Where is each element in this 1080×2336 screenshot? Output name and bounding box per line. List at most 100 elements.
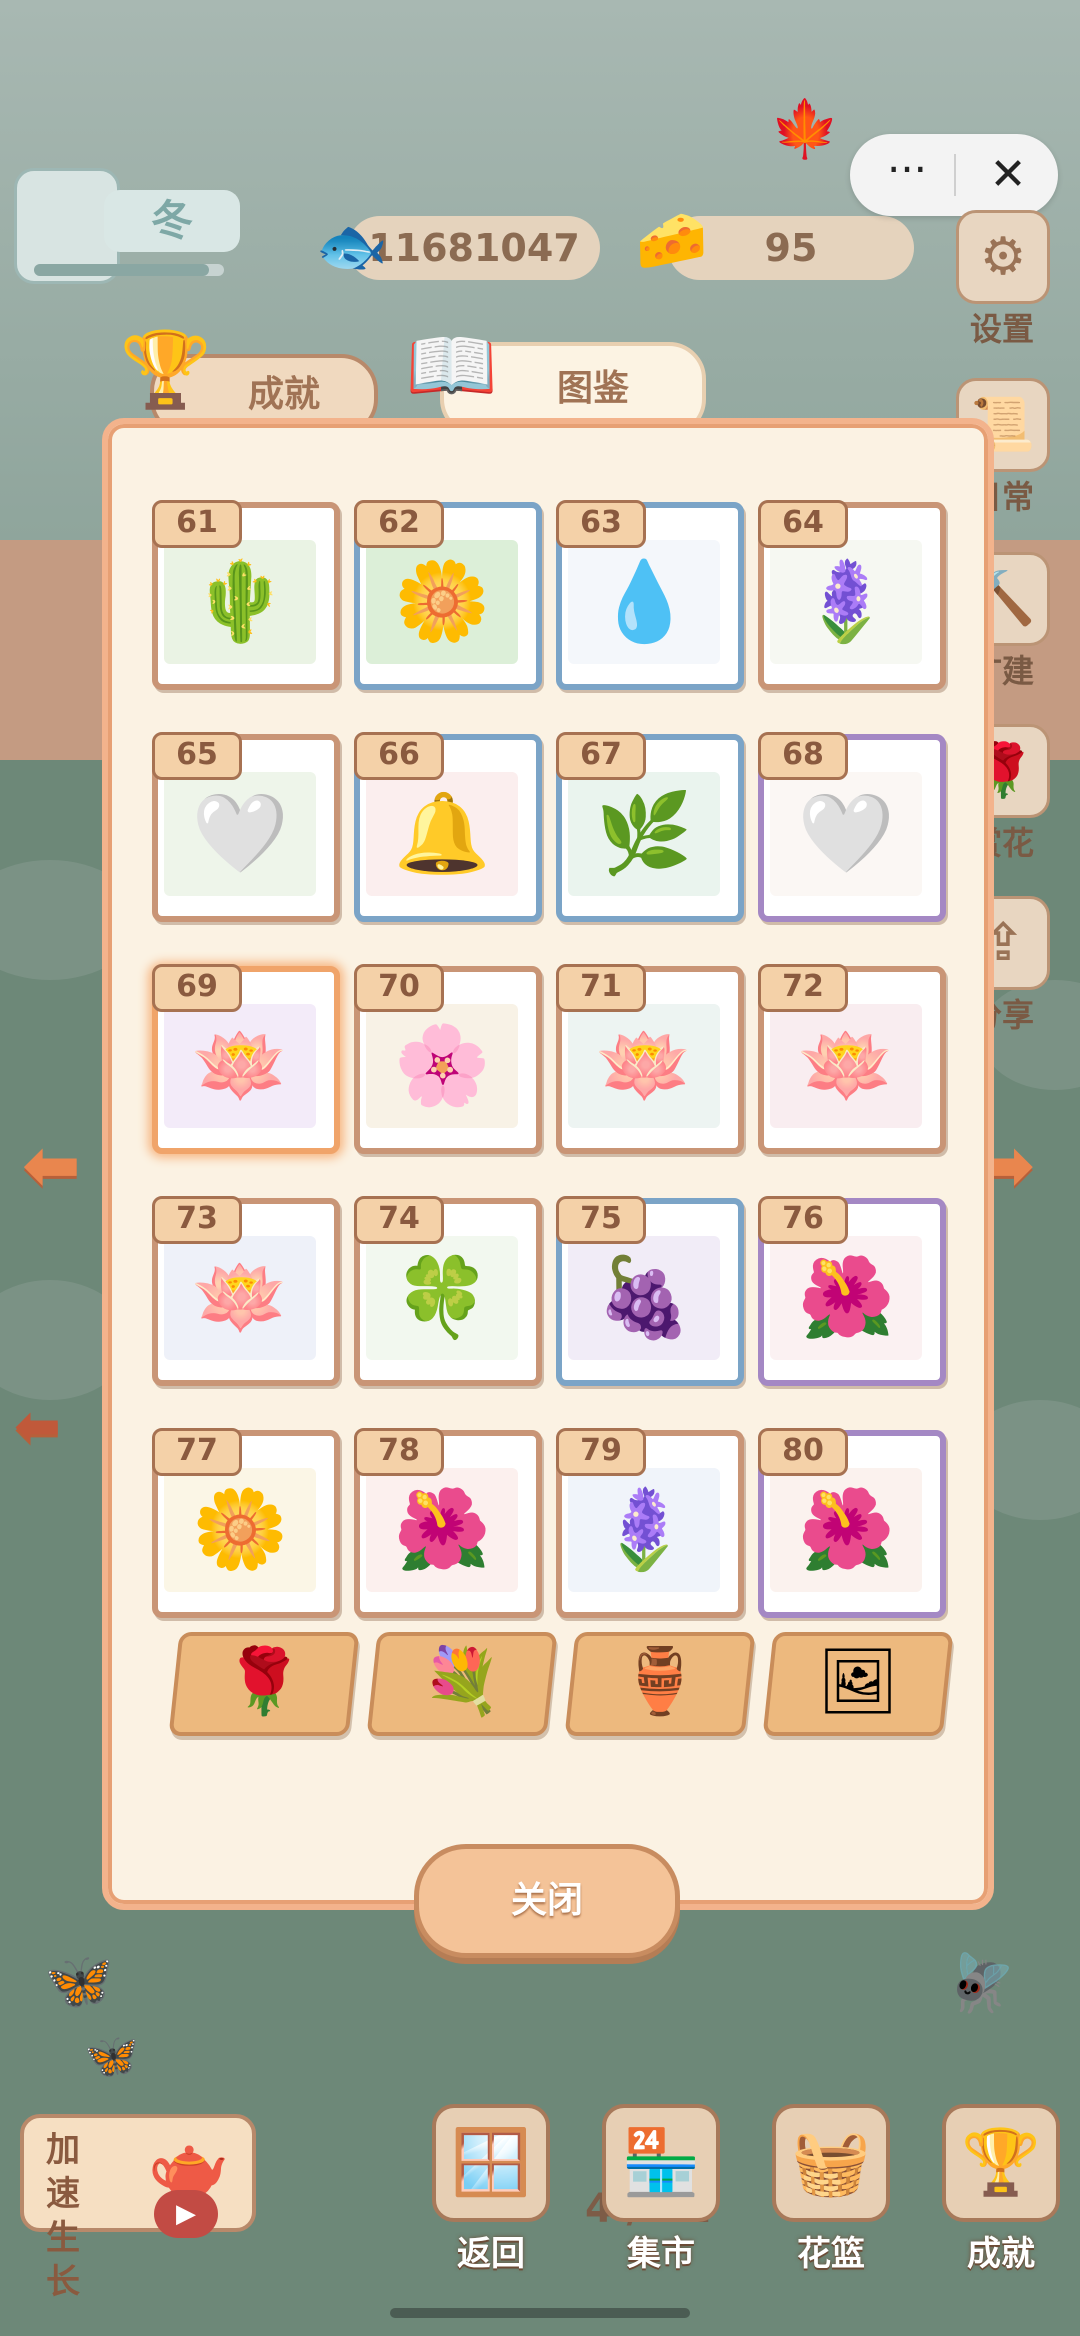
flower-card[interactable]: 🌺 76	[758, 1196, 946, 1386]
winter-jasmine-icon: 🌼	[164, 1468, 316, 1592]
cheese-count: 95	[764, 226, 818, 270]
side-menu-label: 设置	[969, 310, 1034, 348]
flower-card[interactable]: 🪷 72	[758, 964, 946, 1154]
category-tab[interactable]: 🌹	[168, 1632, 360, 1736]
bellflower-icon: 🔔	[366, 772, 518, 896]
lily-of-valley-icon: 🌿	[568, 772, 720, 896]
window-icon: 🪟	[432, 2104, 550, 2222]
red-freesia-icon: 🌺	[366, 1468, 518, 1592]
flower-card[interactable]: 🌼 77	[152, 1428, 340, 1618]
flower-number: 65	[152, 732, 242, 780]
flower-number: 80	[758, 1428, 848, 1476]
home-indicator	[390, 2308, 690, 2318]
fish-count: 11681047	[368, 226, 580, 270]
close-button[interactable]: 关闭	[414, 1844, 680, 1958]
close-miniprogram-icon[interactable]: ✕	[978, 148, 1038, 202]
back-arrow-icon[interactable]: ⬅	[14, 1394, 61, 1459]
category-tab[interactable]: 🏺	[564, 1632, 756, 1736]
firecracker-flower-icon: 🌺	[770, 1468, 922, 1592]
nav-window[interactable]: 🪟 返回	[426, 2104, 556, 2275]
flower-card[interactable]: 🪻 64	[758, 500, 946, 690]
flower-number: 74	[354, 1196, 444, 1244]
tab-achievements-label: 成就	[247, 374, 320, 415]
flower-number: 77	[152, 1428, 242, 1476]
category-tab[interactable]: 💐	[366, 1632, 558, 1736]
flower-card[interactable]: 🌵 61	[152, 500, 340, 690]
flower-card[interactable]: 🤍 65	[152, 732, 340, 922]
more-options-icon[interactable]: ···	[872, 149, 942, 200]
vase-category-icon: 🏺	[620, 1645, 701, 1719]
flower-card[interactable]: 💧 63	[556, 500, 744, 690]
purple-spike-icon: 🪻	[770, 540, 922, 664]
flower-number: 61	[152, 500, 242, 548]
nav-market-stall[interactable]: 🏪 集市	[596, 2104, 726, 2275]
butterfly-icon: 🦋	[44, 1949, 114, 2014]
flower-number: 76	[758, 1196, 848, 1244]
flower-card[interactable]: 🔔 66	[354, 732, 542, 922]
collection-panel: 🌵 61 🌼 62 💧 63 🪻 64 🤍 65 🔔 66 🌿 67 🤍 68 🪷 69 🌸 70 🪷 71 🪷 72 🪷 73 🍀…	[102, 418, 994, 2232]
flower-number: 70	[354, 964, 444, 1012]
flower-card[interactable]: 🪷 69	[152, 964, 340, 1154]
picture-category-icon: 🖼	[817, 1645, 899, 1719]
flower-basket-icon: 🧺	[772, 2104, 890, 2222]
miniprogram-capsule: ··· ✕	[850, 134, 1058, 216]
prev-page-button[interactable]: ⬅	[22, 1124, 81, 1206]
season-progress-fill	[34, 264, 209, 276]
tab-guide-label: 图鉴	[556, 368, 629, 409]
side-menu-gear[interactable]: ⚙ 设置	[956, 210, 1050, 350]
flower-number: 78	[354, 1428, 444, 1476]
peach-water-lily-icon: 🌸	[366, 1004, 518, 1128]
nav-label: 花篮	[797, 2234, 865, 2274]
blue-drop-flower-icon: 💧	[568, 540, 720, 664]
gear-icon: ⚙	[956, 210, 1050, 304]
pennywort-icon: 🍀	[366, 1236, 518, 1360]
flower-card[interactable]: 🌸 70	[354, 964, 542, 1154]
flower-number: 68	[758, 732, 848, 780]
white-lotus-icon: 🪷	[568, 1004, 720, 1128]
flower-card[interactable]: 🌼 62	[354, 500, 542, 690]
flower-card[interactable]: 🍀 74	[354, 1196, 542, 1386]
speed-up-label: 加速 生长	[32, 2128, 94, 2304]
flower-card[interactable]: 🤍 68	[758, 732, 946, 922]
flower-card[interactable]: 🪷 71	[556, 964, 744, 1154]
flower-number: 69	[152, 964, 242, 1012]
flower-card[interactable]: 🍇 75	[556, 1196, 744, 1386]
flower-number: 73	[152, 1196, 242, 1244]
category-tab[interactable]: 🖼	[762, 1632, 954, 1736]
flower-number: 67	[556, 732, 646, 780]
flower-card[interactable]: 🌺 80	[758, 1428, 946, 1618]
wisteria-icon: 🍇	[568, 1236, 720, 1360]
flower-card[interactable]: 🌿 67	[556, 732, 744, 922]
nav-flower-basket[interactable]: 🧺 花篮	[766, 2104, 896, 2275]
nav-label: 成就	[967, 2234, 1035, 2274]
flower-number: 64	[758, 500, 848, 548]
flower-card[interactable]: 🪻 79	[556, 1428, 744, 1618]
flower-number: 62	[354, 500, 444, 548]
season-label: 冬	[104, 190, 240, 252]
season-progress-bar	[34, 264, 224, 276]
blue-lotus-icon: 🪷	[164, 1236, 316, 1360]
flower-number: 75	[556, 1196, 646, 1244]
speed-up-button[interactable]: 加速 生长 🫖 ▶	[20, 2114, 256, 2302]
season-widget[interactable]: 冬	[14, 168, 240, 286]
trophy-icon: 🏆	[119, 327, 213, 413]
yellow-water-flower-icon: 🌼	[366, 540, 518, 664]
market-stall-icon: 🏪	[602, 2104, 720, 2222]
book-icon: 📖	[405, 323, 499, 409]
hibiscus-icon: 🌺	[770, 1236, 922, 1360]
calla-icon: 🤍	[164, 772, 316, 896]
nav-trophy[interactable]: 🏆 成就	[936, 2104, 1066, 2275]
flower-number: 72	[758, 964, 848, 1012]
speed-up-label-line2: 生长	[46, 2218, 80, 2302]
magnolia-icon: 🤍	[770, 772, 922, 896]
fishbone-icon: 🐟	[315, 212, 389, 280]
flower-card[interactable]: 🪷 73	[152, 1196, 340, 1386]
speed-up-label-line1: 加速	[46, 2130, 80, 2214]
trophy-icon: 🏆	[942, 2104, 1060, 2222]
rose-category-icon: 🌹	[224, 1645, 305, 1719]
dragonfly-icon: 🪰	[946, 1951, 1016, 2016]
cheese-icon: 🧀	[635, 206, 709, 274]
flower-number: 66	[354, 732, 444, 780]
flower-number: 63	[556, 500, 646, 548]
flower-card[interactable]: 🌺 78	[354, 1428, 542, 1618]
